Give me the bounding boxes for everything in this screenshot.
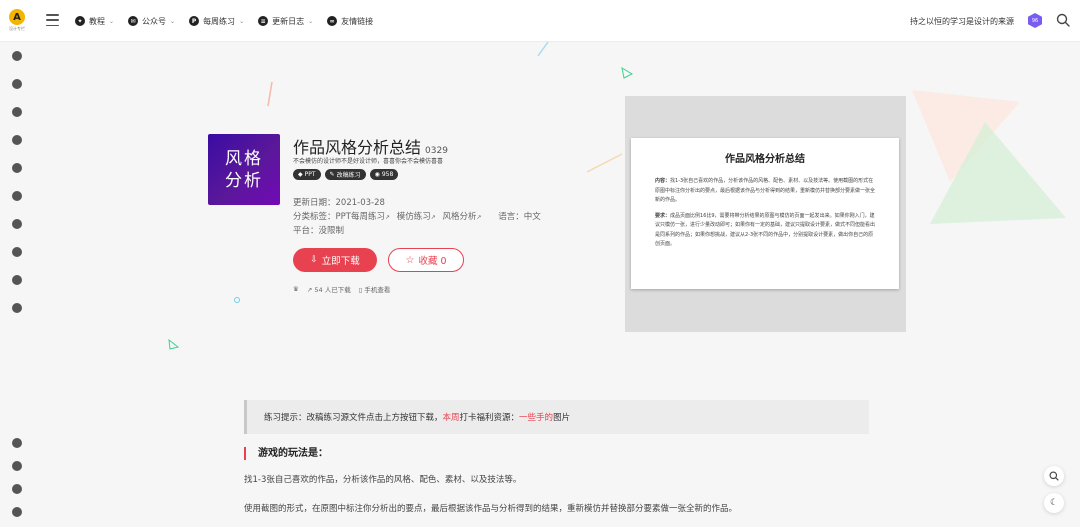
logo-badge: A xyxy=(9,9,25,25)
download-button[interactable]: ⇩ 立即下载 xyxy=(293,248,377,272)
product-tags: ◆ PPT ✎ 改稿练习 ◉ 958 xyxy=(293,169,399,180)
cover-text-line1: 风格 xyxy=(225,148,263,169)
moon-icon: ☾ xyxy=(1049,498,1059,508)
product-code: 0329 xyxy=(425,146,448,156)
nav-item-label: 更新日志 xyxy=(272,16,305,26)
edit-icon: ✎ xyxy=(329,171,335,178)
tip-suffix: 图片 xyxy=(553,413,571,423)
product-subtitle: 不会模仿的设计师不是好设计师，喜喜你会不会模仿喜喜 xyxy=(293,158,444,165)
log-icon: ≡ xyxy=(258,16,269,26)
download-icon: ⇩ xyxy=(310,255,318,265)
compass-icon: ✦ xyxy=(75,16,85,26)
tip-middle: 打卡福利资源： xyxy=(459,413,520,423)
tip-bar: 练习提示：改稿练习源文件点击上方按钮下载， 本周 打卡福利资源： 一些手的 图片 xyxy=(244,400,869,434)
product-cover: 风格 分析 xyxy=(208,134,280,205)
download-label: 立即下载 xyxy=(321,256,360,267)
favorite-button[interactable]: ☆ 收藏 0 xyxy=(388,248,464,272)
crown-icon: ♛ xyxy=(293,285,299,293)
help-icon[interactable] xyxy=(12,438,22,448)
category-row: 分类标签：PPT每周练习↗ 模仿练习↗ 风格分析↗ 语言：中文 xyxy=(293,210,541,222)
nav-item-label: 公众号 xyxy=(142,16,167,26)
category-link[interactable]: PPT每周练习 xyxy=(336,212,385,222)
cover-text-line2: 分析 xyxy=(225,170,263,191)
link-icon[interactable] xyxy=(12,461,22,471)
external-link-icon: ↗ xyxy=(430,214,436,221)
mobile-view[interactable]: ▯ 手机查看 xyxy=(359,284,391,294)
product-title: 作品风格分析总结 xyxy=(293,138,422,157)
eye-icon: ◉ xyxy=(374,171,380,178)
search-icon[interactable] xyxy=(1056,13,1070,27)
send-icon[interactable] xyxy=(12,507,22,517)
nav-item[interactable]: ∞ 友情链接 xyxy=(327,16,373,27)
nav-item[interactable]: P 每周练习 ⌄ xyxy=(189,16,244,27)
product-title-row: 作品风格分析总结 0329 xyxy=(293,134,448,158)
chevron-down-icon: ⌄ xyxy=(170,17,176,25)
p-icon[interactable] xyxy=(12,484,22,494)
preview-content-label: 内容： xyxy=(655,178,671,184)
search-icon xyxy=(1049,471,1059,481)
chart-icon: ↗ xyxy=(306,286,313,294)
preview-panel[interactable]: 作品风格分析总结 内容：找1-3张自己喜欢的作品，分析该作品的风格、配色、素材、… xyxy=(625,96,906,332)
paragraph: 找1-3张自己喜欢的作品，分析该作品的风格、配色、素材、以及技法等。 xyxy=(244,475,522,485)
tag-label: 958 xyxy=(381,171,394,178)
phone-icon: ▯ xyxy=(358,286,363,294)
section-title: 游戏的玩法是： xyxy=(244,447,328,460)
main-nav: ✦ 教程 ⌄ ✉ 公众号 ⌄ P 每周练习 ⌄ ≡ 更新日志 ⌄ ∞ 友情链接 xyxy=(75,0,373,42)
tag[interactable]: ◆ PPT xyxy=(293,169,321,180)
chevron-down-icon: ⌄ xyxy=(109,17,115,25)
tip-link-resource[interactable]: 一些手的 xyxy=(519,411,553,423)
nav-item[interactable]: ≡ 更新日志 ⌄ xyxy=(258,16,313,27)
nav-item[interactable]: ✦ 教程 ⌄ xyxy=(75,16,114,27)
logo-text: 设计专栏 xyxy=(9,26,25,31)
nav-item-label: 教程 xyxy=(89,16,105,26)
external-link-icon: ↗ xyxy=(476,214,482,221)
nav-item-label: 友情链接 xyxy=(341,16,374,26)
tip-prefix: 练习提示：改稿练习源文件点击上方按钮下载， xyxy=(264,413,443,423)
preview-title: 作品风格分析总结 xyxy=(725,154,805,165)
update-date: 更新日期：2021-03-28 xyxy=(293,198,385,208)
language: 语言：中文 xyxy=(498,212,541,222)
link-icon: ∞ xyxy=(327,16,338,26)
external-link-icon: ↗ xyxy=(384,214,390,221)
preview-req-label: 要求： xyxy=(655,212,671,219)
float-search-button[interactable] xyxy=(1044,466,1064,486)
preview-requirement: 要求：成品页面比例16比9，需要将带分析结果的原图与模仿的页面一起发出来。如果你… xyxy=(655,212,875,250)
menu-icon[interactable] xyxy=(46,14,59,26)
wechat-icon: ✉ xyxy=(128,16,139,26)
tag[interactable]: ◉ 958 xyxy=(369,169,399,180)
product-stats: ♛ ↗ 54 人已下载 ▯ 手机查看 xyxy=(293,284,390,294)
tag-label: 改稿练习 xyxy=(336,172,361,179)
download-count: 54 人已下载 xyxy=(314,286,351,294)
category-prefix: 分类标签： xyxy=(293,212,336,222)
background-decorations xyxy=(168,42,1066,350)
preview-content: 内容：找1-3张自己喜欢的作品，分析该作品的风格、配色、素材、以及技法等。使用截… xyxy=(655,177,875,206)
top-navbar: A 设计专栏 ✦ 教程 ⌄ ✉ 公众号 ⌄ P 每周练习 ⌄ ≡ 更新日志 ⌄ ∞ 友情链接 持之以恒的学… xyxy=(0,0,1080,42)
diamond-icon: ◆ xyxy=(298,171,303,178)
user-avatar[interactable]: 96 xyxy=(1028,13,1042,28)
category-link[interactable]: 模仿练习 xyxy=(397,212,431,222)
mobile-label: 手机查看 xyxy=(364,286,391,294)
tag[interactable]: ✎ 改稿练习 xyxy=(324,169,366,180)
tag-label: PPT xyxy=(304,171,316,178)
chevron-down-icon: ⌄ xyxy=(308,17,314,25)
star-icon: ☆ xyxy=(405,254,415,266)
paragraph: 使用截图的形式，在原图中标注你分析出的要点，最后根据该作品与分析得到的结果，重新… xyxy=(244,504,738,514)
site-logo[interactable]: A 设计专栏 xyxy=(8,9,26,35)
preview-card: 作品风格分析总结 内容：找1-3张自己喜欢的作品，分析该作品的风格、配色、素材、… xyxy=(631,138,899,289)
preview-req-text: 成品页面比例16比9，需要将带分析结果的原图与模仿的页面一起发出来。如果你刚入门… xyxy=(655,212,876,248)
dark-mode-button[interactable]: ☾ xyxy=(1044,493,1064,513)
p-icon: P xyxy=(189,16,200,26)
site-slogan: 持之以恒的学习是设计的来源 xyxy=(910,17,1014,26)
tip-link-week[interactable]: 本周 xyxy=(443,411,460,423)
category-link[interactable]: 风格分析 xyxy=(442,212,476,222)
favorite-label: 收藏 0 xyxy=(418,256,447,267)
chevron-down-icon: ⌄ xyxy=(239,17,245,25)
nav-item-label: 每周练习 xyxy=(203,16,236,26)
nav-item[interactable]: ✉ 公众号 ⌄ xyxy=(128,16,175,27)
preview-content-text: 找1-3张自己喜欢的作品，分析该作品的风格、配色、素材、以及技法等。使用截图的形… xyxy=(655,178,876,203)
downloads-row: ↗ 54 人已下载 xyxy=(307,284,351,294)
platform: 平台：没限制 xyxy=(293,226,345,236)
